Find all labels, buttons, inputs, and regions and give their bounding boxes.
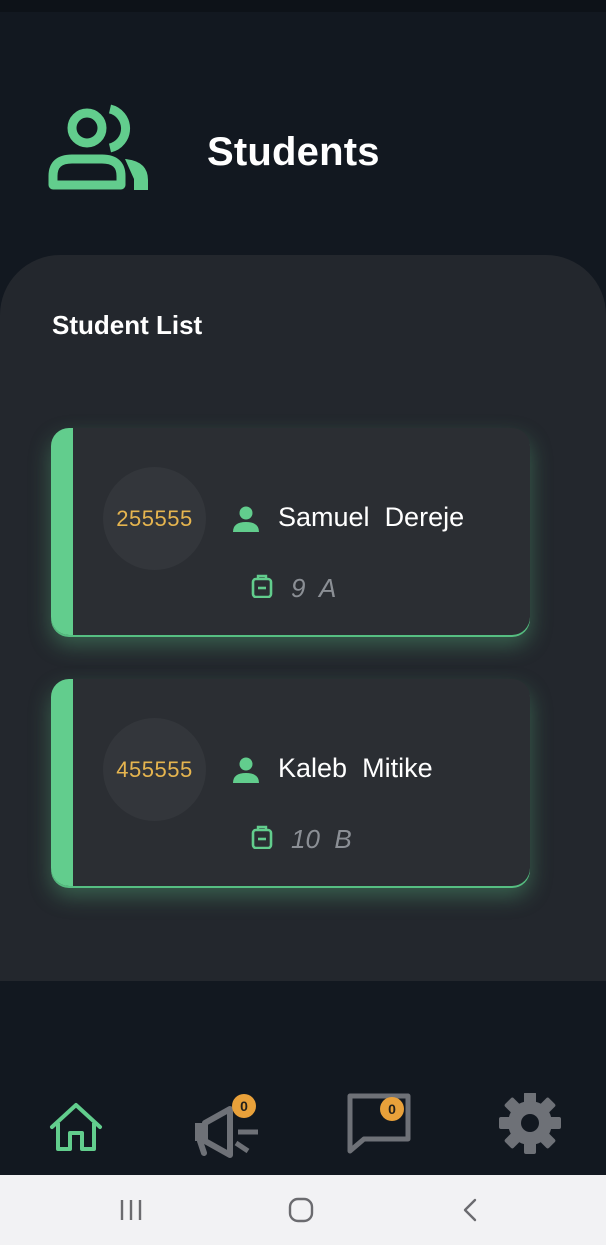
student-list-panel: Student List 255555 Samuel Dereje 9 A 45… — [0, 255, 606, 981]
gear-icon — [499, 1092, 561, 1154]
person-icon — [233, 757, 259, 783]
student-section: B — [334, 824, 352, 854]
home-circle-icon — [288, 1197, 314, 1223]
student-card[interactable]: 455555 Kaleb Mitike 10 B — [51, 679, 530, 886]
student-first-name: Samuel — [278, 502, 370, 532]
back-button[interactable] — [451, 1193, 491, 1227]
page-title: Students — [207, 130, 380, 174]
recent-apps-icon — [120, 1200, 142, 1220]
student-class: 9 A — [291, 573, 336, 604]
bottom-navigation: 0 0 — [0, 1075, 606, 1175]
nav-home[interactable] — [42, 1093, 112, 1163]
backpack-icon — [251, 574, 273, 598]
back-icon — [463, 1198, 477, 1222]
system-navigation-bar — [0, 1175, 606, 1245]
nav-announcements[interactable]: 0 — [190, 1093, 260, 1163]
student-card[interactable]: 255555 Samuel Dereje 9 A — [51, 428, 530, 635]
person-icon — [233, 506, 259, 532]
student-name: Samuel Dereje — [278, 502, 464, 533]
student-name: Kaleb Mitike — [278, 753, 433, 784]
student-first-name: Kaleb — [278, 753, 348, 783]
status-bar — [0, 0, 606, 12]
student-last-name: Dereje — [384, 502, 465, 532]
student-class: 10 B — [291, 824, 352, 855]
student-id: 255555 — [103, 467, 206, 570]
backpack-icon — [251, 825, 273, 849]
announcements-badge: 0 — [232, 1094, 256, 1118]
nav-settings[interactable] — [496, 1092, 566, 1163]
chat-icon — [347, 1093, 411, 1154]
home-icon — [50, 1103, 102, 1151]
recent-apps-button[interactable] — [111, 1193, 151, 1227]
student-list-title: Student List — [52, 310, 203, 340]
card-accent-bar — [51, 679, 73, 886]
nav-messages[interactable]: 0 — [344, 1093, 414, 1163]
page-header: Students — [0, 12, 606, 262]
card-accent-bar — [51, 428, 73, 635]
student-grade: 10 — [291, 824, 320, 854]
messages-badge: 0 — [380, 1097, 404, 1121]
student-grade: 9 — [291, 573, 306, 603]
home-system-button[interactable] — [281, 1193, 321, 1227]
student-id: 455555 — [103, 718, 206, 821]
student-section: A — [318, 573, 337, 603]
student-last-name: Mitike — [362, 753, 433, 783]
group-icon — [48, 104, 148, 190]
